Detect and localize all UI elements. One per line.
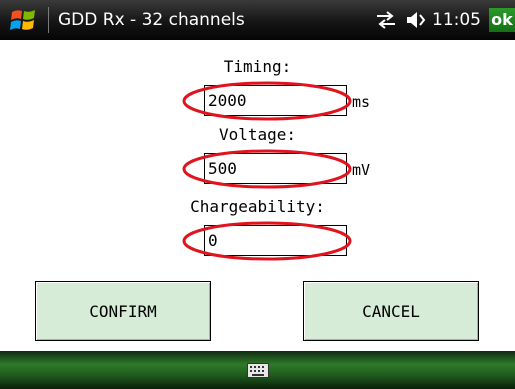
clock[interactable]: 11:05 bbox=[432, 9, 481, 31]
keyboard-icon[interactable] bbox=[247, 363, 269, 378]
screen: GDD Rx - 32 channels 11:05 ok Timing: ms… bbox=[0, 0, 515, 389]
title-bar: GDD Rx - 32 channels 11:05 ok bbox=[0, 0, 515, 40]
chargeability-input[interactable] bbox=[204, 225, 347, 256]
windows-start-icon[interactable] bbox=[10, 7, 38, 33]
connectivity-icon[interactable] bbox=[375, 11, 397, 29]
confirm-button[interactable]: CONFIRM bbox=[35, 281, 211, 341]
soft-key-bar bbox=[0, 351, 515, 389]
voltage-input[interactable] bbox=[204, 153, 347, 184]
app-title: GDD Rx - 32 channels bbox=[58, 10, 245, 30]
cancel-button[interactable]: CANCEL bbox=[303, 281, 479, 341]
chargeability-label: Chargeability: bbox=[190, 197, 325, 216]
timing-input[interactable] bbox=[204, 85, 347, 116]
ok-button[interactable]: ok bbox=[489, 8, 515, 32]
timing-label: Timing: bbox=[223, 57, 292, 76]
volume-icon[interactable] bbox=[404, 11, 426, 29]
timing-unit: ms bbox=[352, 93, 371, 111]
title-separator bbox=[48, 7, 49, 33]
voltage-unit: mV bbox=[352, 161, 371, 179]
voltage-label: Voltage: bbox=[218, 125, 297, 144]
